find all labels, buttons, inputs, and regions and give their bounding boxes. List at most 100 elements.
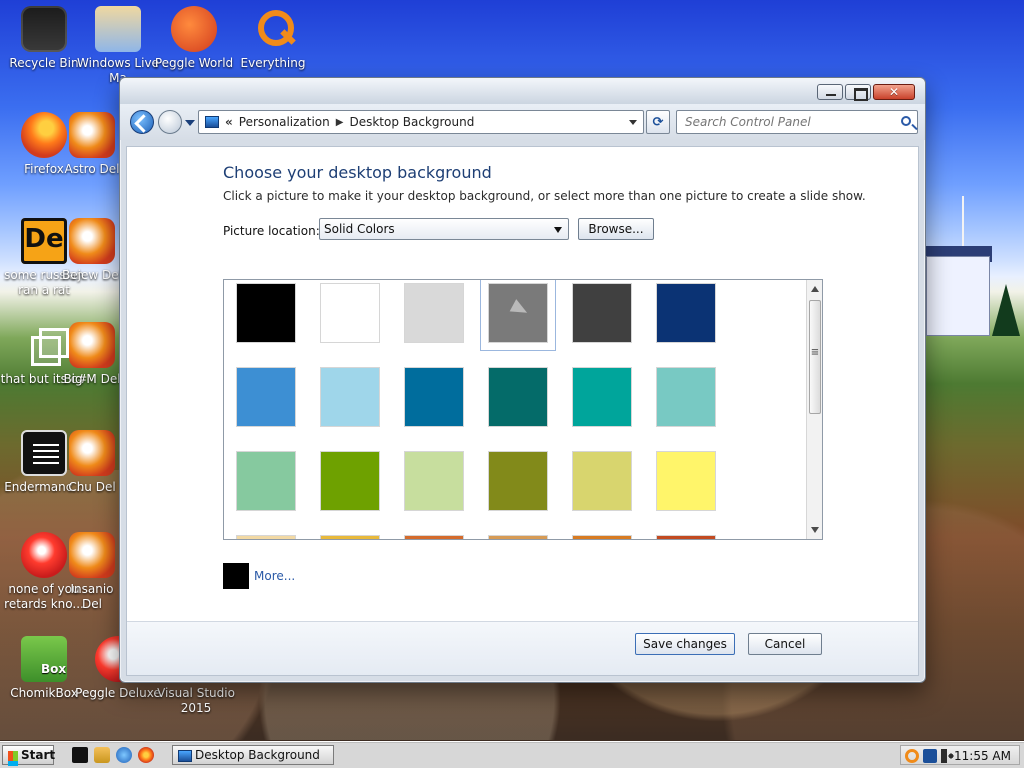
- vertical-scrollbar[interactable]: [806, 280, 822, 539]
- clock-time[interactable]: 11:55 AM: [954, 747, 1011, 765]
- close-button[interactable]: [873, 84, 915, 100]
- color-swatch[interactable]: [320, 367, 380, 427]
- chuzzle-icon: [69, 430, 115, 476]
- color-swatch[interactable]: [656, 451, 716, 511]
- color-swatch[interactable]: [320, 535, 380, 539]
- desktop-icon-astro-deluxe[interactable]: Astro Del: [60, 112, 124, 177]
- page-title: Choose your desktop background: [223, 163, 492, 182]
- minimize-button[interactable]: [817, 84, 843, 100]
- maximize-button[interactable]: [845, 84, 871, 101]
- desktop-icon-big-money-deluxe[interactable]: Big M Del: [60, 322, 124, 387]
- desktop-icon-windows-live-mail[interactable]: Windows Live Ma: [74, 6, 162, 86]
- bejeweled-icon: [69, 218, 115, 264]
- desktop-icon-chuzzle-deluxe[interactable]: Chu Del: [60, 430, 124, 495]
- lighthouse-scene: [920, 196, 1024, 350]
- color-swatch[interactable]: [572, 367, 632, 427]
- search-icon[interactable]: [901, 116, 911, 126]
- scroll-thumb[interactable]: [809, 300, 821, 414]
- color-swatch[interactable]: [488, 367, 548, 427]
- color-swatch[interactable]: [404, 451, 464, 511]
- color-swatch[interactable]: [488, 451, 548, 511]
- desktop-icon-peggle-world[interactable]: Peggle World: [150, 6, 238, 71]
- color-swatch[interactable]: [572, 283, 632, 343]
- quicklaunch-icon-1[interactable]: [72, 747, 88, 763]
- color-list[interactable]: [223, 279, 823, 540]
- desktop-icon-label: Astro Del: [64, 162, 120, 176]
- quicklaunch-icon-4[interactable]: [138, 747, 154, 763]
- astro-icon: [69, 112, 115, 158]
- picture-location-select[interactable]: Solid Colors: [319, 218, 569, 240]
- chevron-down-icon: [554, 227, 562, 233]
- navigation-bar: « Personalization ▶ Desktop Background ⟳: [120, 104, 925, 140]
- quicklaunch-icon-2[interactable]: [94, 747, 110, 763]
- start-button[interactable]: Start: [2, 745, 55, 765]
- forward-button[interactable]: [158, 110, 182, 134]
- desktop-icon-label: Visual Studio 2015: [157, 686, 235, 715]
- color-swatch[interactable]: [404, 535, 464, 539]
- refresh-button[interactable]: ⟳: [646, 110, 670, 134]
- color-swatch[interactable]: [320, 283, 380, 343]
- system-tray: 11:55 AM: [900, 745, 1020, 765]
- desktop-icon-label: Bejew Del: [62, 268, 122, 282]
- back-button[interactable]: [130, 110, 154, 134]
- recycle-bin-icon: [21, 6, 67, 52]
- windows-live-mail-icon: [95, 6, 141, 52]
- desktop-icon-bejeweled-deluxe[interactable]: Bejew Del: [60, 218, 124, 283]
- tray-search-icon[interactable]: [905, 749, 919, 763]
- recent-pages-dropdown[interactable]: [185, 120, 195, 126]
- caption-buttons: [817, 84, 915, 101]
- color-swatch[interactable]: [236, 451, 296, 511]
- scroll-down-icon[interactable]: [811, 527, 819, 533]
- chevron-right-icon: ▶: [335, 116, 344, 128]
- tray-volume-icon[interactable]: [941, 749, 955, 763]
- address-dropdown-icon[interactable]: [629, 120, 637, 125]
- main-content: Choose your desktop background Click a p…: [126, 146, 919, 676]
- desktop-icon-label: Everything: [240, 56, 306, 70]
- save-changes-button[interactable]: Save changes: [635, 633, 735, 655]
- color-swatch[interactable]: [656, 367, 716, 427]
- quicklaunch-icon-3[interactable]: [116, 747, 132, 763]
- color-swatch[interactable]: [320, 451, 380, 511]
- taskbar: Start Desktop Background 11:55 AM: [0, 741, 1024, 768]
- scroll-up-icon[interactable]: [811, 286, 819, 292]
- cancel-button[interactable]: Cancel: [748, 633, 822, 655]
- more-link[interactable]: More...: [254, 569, 295, 583]
- chomikbox-icon: Box: [21, 636, 67, 682]
- desktop-icon-insaniquarium-deluxe[interactable]: Insanio Del: [60, 532, 124, 612]
- desktop-icon-label: Chu Del: [68, 480, 116, 494]
- browse-button[interactable]: Browse...: [578, 218, 654, 240]
- color-swatch[interactable]: [656, 283, 716, 343]
- taskbar-item-desktop-background[interactable]: Desktop Background: [172, 745, 334, 765]
- page-subtitle: Click a picture to make it your desktop …: [223, 189, 866, 203]
- color-swatch[interactable]: [480, 280, 556, 351]
- address-root-separator: «: [225, 115, 233, 129]
- search-input[interactable]: [677, 111, 891, 133]
- control-panel-icon: [205, 116, 219, 128]
- window-titlebar[interactable]: [120, 78, 925, 104]
- fish-icon: [69, 532, 115, 578]
- breadcrumb-personalization[interactable]: Personalization: [239, 115, 330, 129]
- pine-tree: [992, 284, 1020, 336]
- pointer-cursor-icon: [509, 299, 531, 319]
- peggle-world-icon: [171, 6, 217, 52]
- color-swatch[interactable]: [572, 451, 632, 511]
- desktop-background-window: « Personalization ▶ Desktop Background ⟳…: [119, 77, 926, 683]
- color-swatch[interactable]: [236, 283, 296, 343]
- color-swatch[interactable]: [236, 535, 296, 539]
- search-box[interactable]: [676, 110, 918, 134]
- color-swatch[interactable]: [404, 367, 464, 427]
- desktop-icon-label: Peggle Deluxe: [75, 686, 161, 700]
- breadcrumb-desktop-background[interactable]: Desktop Background: [349, 115, 474, 129]
- color-swatch[interactable]: [656, 535, 716, 539]
- desktop-icon-label: Insanio Del: [70, 582, 114, 611]
- color-swatch[interactable]: [404, 283, 464, 343]
- house: [926, 256, 990, 336]
- tray-network-icon[interactable]: [923, 749, 937, 763]
- desktop-icon-everything[interactable]: Everything: [229, 6, 317, 71]
- color-swatch[interactable]: [488, 535, 548, 539]
- desktop-icon-label: Peggle World: [154, 56, 234, 70]
- color-swatch[interactable]: [236, 367, 296, 427]
- address-bar[interactable]: « Personalization ▶ Desktop Background: [198, 110, 644, 134]
- desktop-icon-label: Big M Del: [63, 372, 121, 386]
- color-swatch[interactable]: [572, 535, 632, 539]
